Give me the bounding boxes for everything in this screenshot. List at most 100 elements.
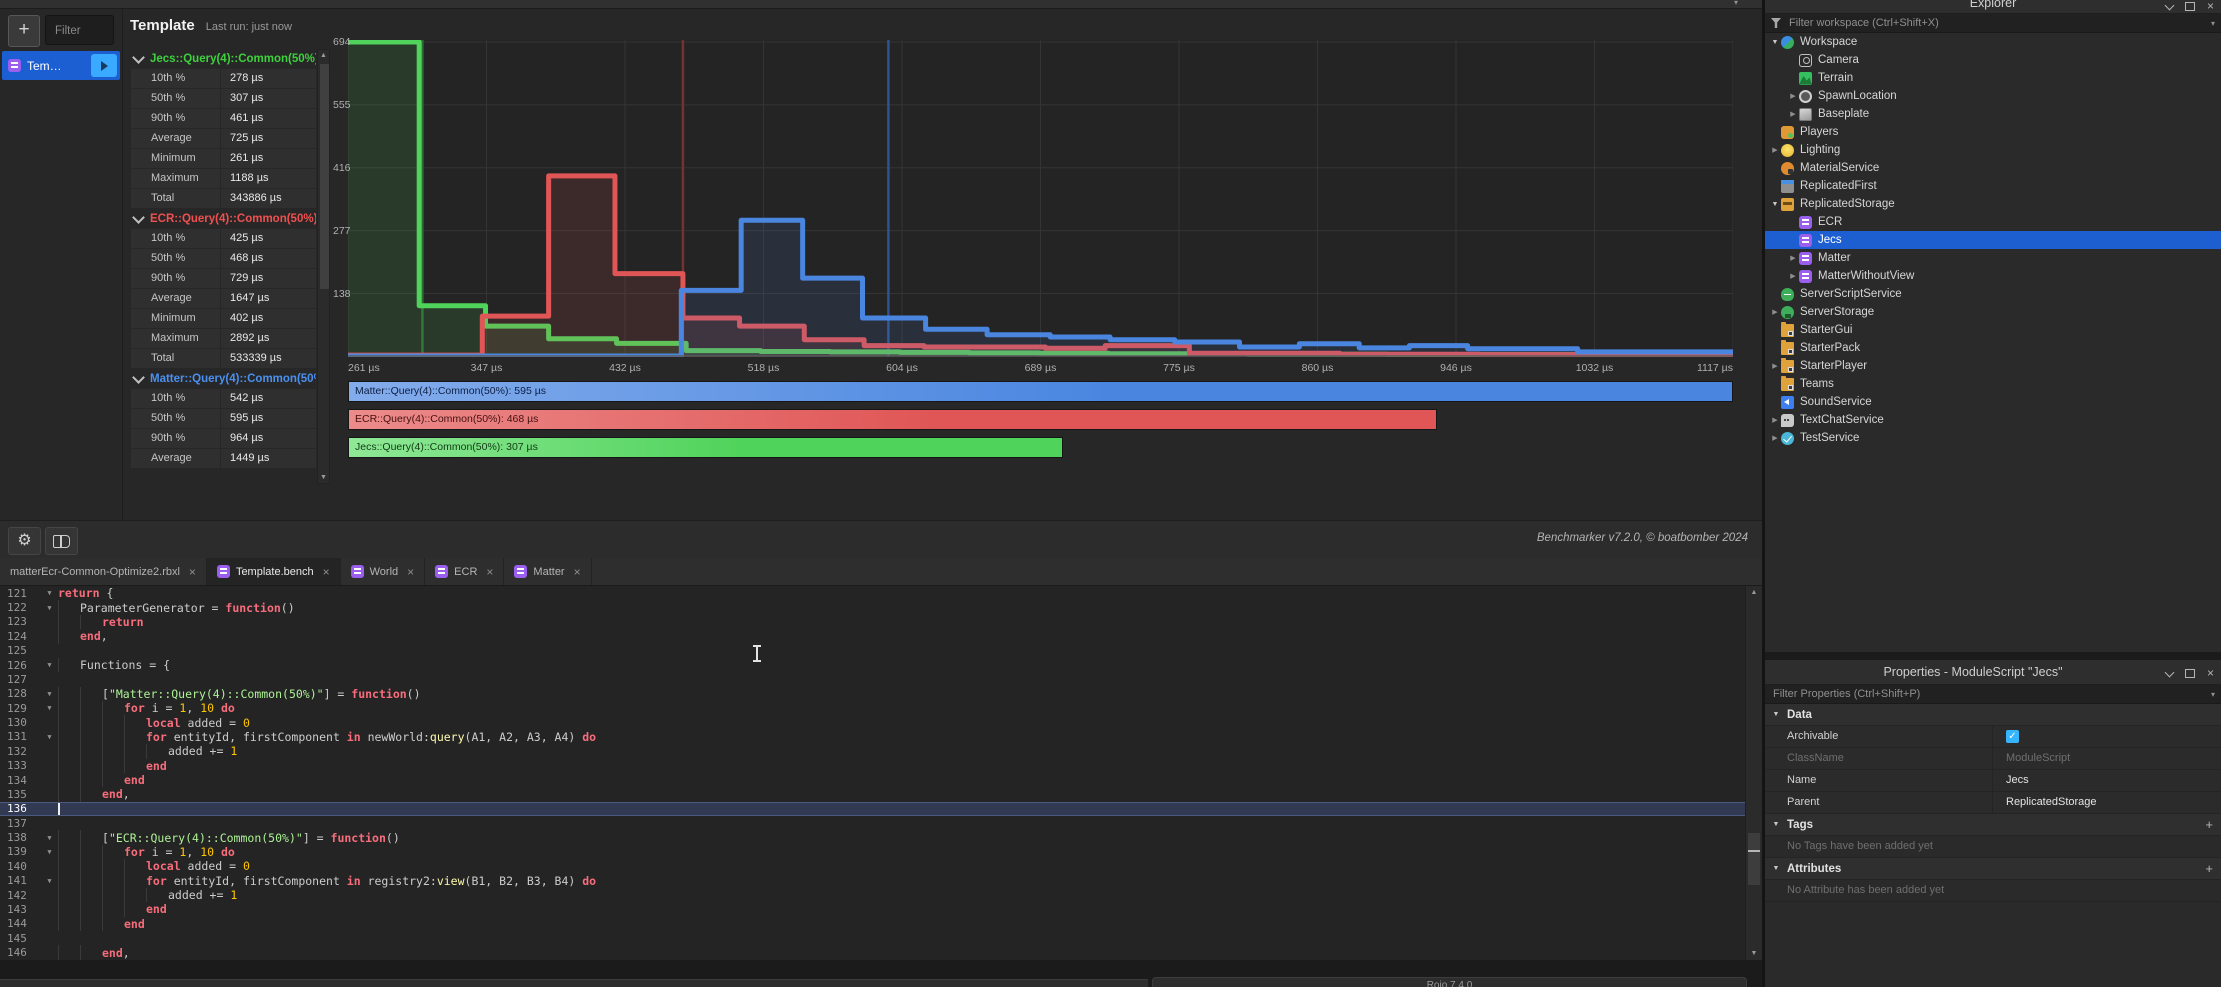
collapse-panel-icon[interactable] xyxy=(2165,667,2175,677)
property-value[interactable]: ModuleScript xyxy=(1992,748,2221,769)
property-value[interactable]: Jecs xyxy=(1992,770,2221,791)
collapsed-arrow-icon[interactable]: ▶ xyxy=(1769,308,1781,316)
stats-group-header[interactable]: Matter::Query(4)::Common(50%) xyxy=(131,369,316,389)
collapsed-arrow-icon[interactable]: ▶ xyxy=(1769,146,1781,154)
rojo-panel-edge[interactable]: Rojo 7.4.0 xyxy=(1152,977,1747,987)
fold-arrow-icon[interactable]: ▼ xyxy=(41,704,58,712)
tree-item-testservice[interactable]: ▶TestService xyxy=(1765,429,2221,447)
fold-arrow-icon[interactable]: ▼ xyxy=(41,877,58,885)
expanded-arrow-icon[interactable]: ▼ xyxy=(1769,39,1781,46)
section-header-attributes[interactable]: ▼Attributes+ xyxy=(1765,858,2221,880)
tab-ecr[interactable]: ECR× xyxy=(425,558,504,585)
property-value[interactable]: ✓ xyxy=(1992,726,2221,747)
code-line[interactable]: 138▼["ECR::Query(4)::Common(50%)"] = fun… xyxy=(0,830,1745,844)
editor-scrollbar[interactable]: ▲ ▼ xyxy=(1745,586,1762,960)
dock-chevron-icon[interactable]: ▾ xyxy=(1734,0,1738,7)
close-icon[interactable]: × xyxy=(407,565,414,579)
code-line[interactable]: 135end, xyxy=(0,787,1745,801)
scroll-up-icon[interactable]: ▲ xyxy=(318,52,329,59)
scroll-down-icon[interactable]: ▼ xyxy=(318,474,329,481)
tree-item-terrain[interactable]: Terrain xyxy=(1765,69,2221,87)
collapsed-arrow-icon[interactable]: ▶ xyxy=(1787,92,1799,100)
fold-arrow-icon[interactable]: ▼ xyxy=(41,589,58,597)
stats-group-header[interactable]: ECR::Query(4)::Common(50%) xyxy=(131,209,316,229)
undock-icon[interactable] xyxy=(2185,2,2195,11)
tree-item-replicatedfirst[interactable]: ReplicatedFirst xyxy=(1765,177,2221,195)
expanded-arrow-icon[interactable]: ▼ xyxy=(1769,201,1781,208)
code-line[interactable]: 127 xyxy=(0,672,1745,686)
collapsed-arrow-icon[interactable]: ▶ xyxy=(1787,110,1799,118)
tree-item-starterpack[interactable]: StarterPack xyxy=(1765,339,2221,357)
benchmarker-dock-titlebar[interactable]: ▾ xyxy=(0,0,1762,9)
tree-item-lighting[interactable]: ▶Lighting xyxy=(1765,141,2221,159)
tree-item-baseplate[interactable]: ▶Baseplate xyxy=(1765,105,2221,123)
code-line[interactable]: 143end xyxy=(0,902,1745,916)
tree-item-players[interactable]: Players xyxy=(1765,123,2221,141)
properties-titlebar[interactable]: Properties - ModuleScript "Jecs" × xyxy=(1765,660,2221,685)
fold-arrow-icon[interactable]: ▼ xyxy=(41,848,58,856)
code-line[interactable]: 121▼return { xyxy=(0,586,1745,600)
collapsed-arrow-icon[interactable]: ▶ xyxy=(1787,254,1799,262)
code-line[interactable]: 128▼["Matter::Query(4)::Common(50%)"] = … xyxy=(0,687,1745,701)
section-header-data[interactable]: ▼Data xyxy=(1765,704,2221,726)
benchmark-list-item-template[interactable]: Tem… xyxy=(2,51,120,80)
property-value[interactable]: ReplicatedStorage xyxy=(1992,792,2221,813)
explorer-filter[interactable]: Filter workspace (Ctrl+Shift+X) ▾ xyxy=(1765,14,2221,33)
scroll-down-icon[interactable]: ▼ xyxy=(1746,950,1762,957)
expanded-arrow-icon[interactable]: ▼ xyxy=(1765,711,1787,718)
close-icon[interactable]: × xyxy=(189,565,196,579)
tree-item-camera[interactable]: Camera xyxy=(1765,51,2221,69)
tree-item-matterwithoutview[interactable]: ▶MatterWithoutView xyxy=(1765,267,2221,285)
code-line[interactable]: 136 xyxy=(0,802,1745,816)
close-icon[interactable]: × xyxy=(486,565,493,579)
tree-item-jecs[interactable]: Jecs xyxy=(1765,231,2221,249)
close-icon[interactable]: × xyxy=(2207,1,2214,11)
expanded-arrow-icon[interactable]: ▼ xyxy=(1765,865,1787,872)
undock-icon[interactable] xyxy=(2185,669,2195,678)
collapsed-arrow-icon[interactable]: ▶ xyxy=(1787,272,1799,280)
tree-item-spawnlocation[interactable]: ▶SpawnLocation xyxy=(1765,87,2221,105)
fold-arrow-icon[interactable]: ▼ xyxy=(41,733,58,741)
code-line[interactable]: 131▼for entityId, firstComponent in newW… xyxy=(0,730,1745,744)
fold-arrow-icon[interactable]: ▼ xyxy=(41,604,58,612)
code-line[interactable]: 145 xyxy=(0,931,1745,945)
tree-item-serverstorage[interactable]: ▶ServerStorage xyxy=(1765,303,2221,321)
close-icon[interactable]: × xyxy=(323,565,330,579)
collapsed-arrow-icon[interactable]: ▶ xyxy=(1769,416,1781,424)
code-line[interactable]: 126▼Functions = { xyxy=(0,658,1745,672)
tree-item-textchatservice[interactable]: ▶TextChatService xyxy=(1765,411,2221,429)
checkbox-icon[interactable]: ✓ xyxy=(2006,730,2019,743)
collapse-panel-icon[interactable] xyxy=(2165,0,2175,10)
code-line[interactable]: 139▼for i = 1, 10 do xyxy=(0,845,1745,859)
add-icon[interactable]: + xyxy=(2205,817,2213,832)
code-line[interactable]: 122▼ParameterGenerator = function() xyxy=(0,600,1745,614)
collapsed-arrow-icon[interactable]: ▶ xyxy=(1769,434,1781,442)
run-benchmark-button[interactable] xyxy=(91,54,117,77)
tree-item-starterplayer[interactable]: ▶StarterPlayer xyxy=(1765,357,2221,375)
code-line[interactable]: 140local added = 0 xyxy=(0,859,1745,873)
tree-item-teams[interactable]: Teams xyxy=(1765,375,2221,393)
code-line[interactable]: 141▼for entityId, firstComponent in regi… xyxy=(0,874,1745,888)
code-line[interactable]: 142added += 1 xyxy=(0,888,1745,902)
code-line[interactable]: 146end, xyxy=(0,945,1745,959)
properties-filter[interactable]: Filter Properties (Ctrl+Shift+P) ▾ xyxy=(1765,685,2221,704)
code-line[interactable]: 123return xyxy=(0,615,1745,629)
docs-button[interactable] xyxy=(45,527,78,555)
tree-item-serverscriptservice[interactable]: ServerScriptService xyxy=(1765,285,2221,303)
chevron-down-icon[interactable]: ▾ xyxy=(2211,690,2215,699)
benchmark-filter-input[interactable]: Filter xyxy=(45,15,114,45)
scroll-up-icon[interactable]: ▲ xyxy=(1746,589,1762,596)
tree-item-ecr[interactable]: ECR xyxy=(1765,213,2221,231)
tree-item-replicatedstorage[interactable]: ▼ReplicatedStorage xyxy=(1765,195,2221,213)
code-line[interactable]: 144end xyxy=(0,917,1745,931)
legend-bar[interactable]: Matter::Query(4)::Common(50%): 595 µs xyxy=(348,381,1733,402)
section-header-tags[interactable]: ▼Tags+ xyxy=(1765,814,2221,836)
code-line[interactable]: 124end, xyxy=(0,629,1745,643)
tree-item-workspace[interactable]: ▼Workspace xyxy=(1765,33,2221,51)
tab-world[interactable]: World× xyxy=(341,558,426,585)
add-benchmark-button[interactable]: + xyxy=(8,15,40,47)
tab-matter[interactable]: Matter× xyxy=(504,558,591,585)
expanded-arrow-icon[interactable]: ▼ xyxy=(1765,821,1787,828)
tree-item-matter[interactable]: ▶Matter xyxy=(1765,249,2221,267)
tree-item-soundservice[interactable]: SoundService xyxy=(1765,393,2221,411)
